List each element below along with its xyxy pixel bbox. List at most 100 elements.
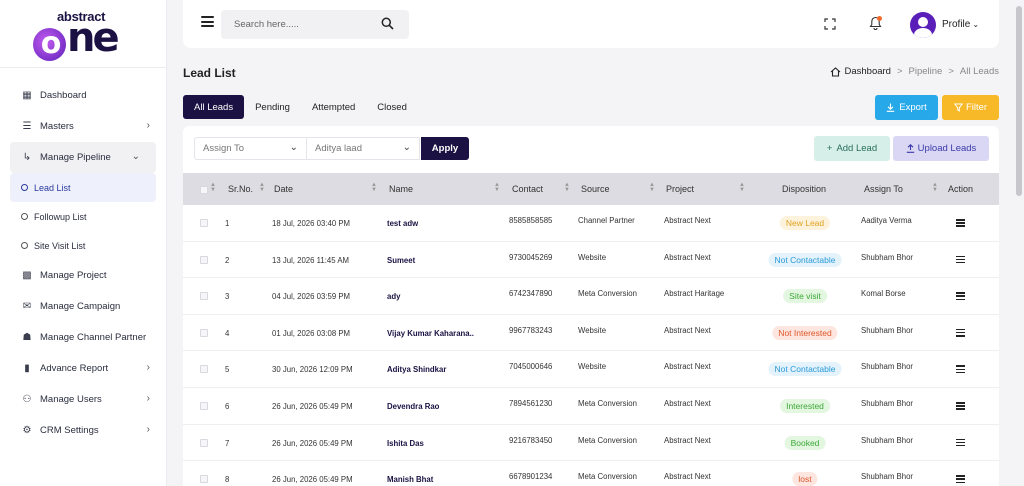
table-row[interactable]: 1 18 Jul, 2026 03:40 PM test adw 8585858585… bbox=[183, 205, 999, 242]
header-source[interactable]: Source bbox=[581, 184, 610, 194]
action-menu-icon[interactable] bbox=[956, 219, 965, 227]
upload-leads-button[interactable]: Upload Leads bbox=[893, 136, 989, 161]
tab-closed[interactable]: Closed bbox=[366, 95, 418, 119]
logo[interactable]: abstract o ne bbox=[0, 0, 166, 68]
sort-icon[interactable]: ▲ ▼ bbox=[649, 182, 655, 193]
header-assign-to[interactable]: Assign To bbox=[864, 184, 903, 194]
action-menu-icon[interactable] bbox=[956, 292, 965, 301]
action-menu-icon[interactable] bbox=[956, 365, 965, 374]
sort-icon[interactable]: ▲ ▼ bbox=[564, 182, 570, 193]
cell-name[interactable]: Aditya Shindkar bbox=[387, 365, 446, 374]
cell-sr-no: 2 bbox=[225, 255, 230, 265]
sidebar-item-masters[interactable]: ☰ Masters › bbox=[0, 111, 166, 142]
cell-source: Meta Conversion bbox=[578, 435, 637, 445]
cell-assign-to: Shubham Bhor bbox=[861, 435, 914, 445]
select-all-checkbox[interactable] bbox=[200, 186, 208, 194]
row-checkbox[interactable] bbox=[200, 402, 208, 410]
header-project[interactable]: Project bbox=[666, 184, 694, 194]
row-checkbox[interactable] bbox=[200, 219, 208, 227]
sort-icon[interactable]: ▲ ▼ bbox=[259, 182, 265, 193]
profile-menu[interactable]: Profile ⌄ bbox=[942, 19, 979, 30]
row-checkbox[interactable] bbox=[200, 475, 208, 484]
sort-icon[interactable]: ▲ ▼ bbox=[932, 182, 938, 193]
tab-all-leads[interactable]: All Leads bbox=[183, 95, 245, 119]
table-row[interactable]: 5 30 Jun, 2026 12:09 PM Aditya Shindkar 704… bbox=[183, 351, 999, 388]
row-checkbox[interactable] bbox=[200, 292, 208, 301]
sidebar-item-advance-report[interactable]: ▮ Advance Report › bbox=[0, 353, 166, 384]
search-input[interactable] bbox=[221, 10, 371, 39]
sidebar-item-crm-settings[interactable]: ⚙ CRM Settings › bbox=[0, 415, 166, 446]
sidebar-item-manage-pipeline[interactable]: ↳ Manage Pipeline ⌄ bbox=[10, 142, 156, 173]
cell-name[interactable]: Vijay Kumar Kaharana.. bbox=[387, 329, 474, 338]
table-row[interactable]: 6 26 Jun, 2026 05:49 PM Devendra Rao 789456… bbox=[183, 388, 999, 425]
header-sr-no[interactable]: Sr.No. bbox=[228, 184, 253, 194]
sort-icon[interactable]: ▲ ▼ bbox=[371, 182, 377, 193]
sidebar-subitem-lead-list[interactable]: Lead List bbox=[10, 173, 156, 202]
breadcrumb-dashboard[interactable]: Dashboard bbox=[844, 66, 890, 77]
sidebar-subitem-followup-list[interactable]: Followup List bbox=[0, 202, 166, 231]
cell-project: Abstract Next bbox=[664, 472, 711, 482]
sidebar-item-manage-project[interactable]: ▩ Manage Project bbox=[0, 260, 166, 291]
assign-to-select[interactable]: Assign To ⌄ bbox=[194, 137, 307, 160]
sort-icon[interactable]: ▲ ▼ bbox=[739, 182, 745, 193]
chevron-right-icon: › bbox=[146, 362, 150, 373]
tab-pending[interactable]: Pending bbox=[244, 95, 301, 119]
cell-contact: 6742347890 bbox=[509, 289, 553, 299]
sidebar-item-manage-campaign[interactable]: ✉ Manage Campaign bbox=[0, 291, 166, 322]
sidebar-subitem-site-visit-list[interactable]: Site Visit List bbox=[0, 231, 166, 260]
cell-name[interactable]: ady bbox=[387, 292, 400, 301]
cell-source: Website bbox=[578, 362, 607, 372]
header-contact[interactable]: Contact bbox=[512, 184, 543, 194]
table-row[interactable]: 8 26 Jun, 2026 05:49 PM Manish Bhat 6678901… bbox=[183, 461, 999, 486]
scrollbar-thumb[interactable] bbox=[1016, 6, 1022, 196]
header-date[interactable]: Date bbox=[274, 184, 293, 194]
sidebar-item-dashboard[interactable]: ▦ Dashboard bbox=[0, 80, 166, 111]
header-name[interactable]: Name bbox=[389, 184, 413, 194]
action-menu-icon[interactable] bbox=[956, 402, 965, 410]
cell-date: 30 Jun, 2026 12:09 PM bbox=[272, 365, 353, 375]
avatar[interactable] bbox=[910, 12, 936, 38]
table-row[interactable]: 3 04 Jul, 2026 03:59 PM ady 6742347890 Meta … bbox=[183, 278, 999, 315]
row-checkbox[interactable] bbox=[200, 255, 208, 264]
breadcrumb-pipeline[interactable]: Pipeline bbox=[909, 66, 943, 77]
table-row[interactable]: 4 01 Jul, 2026 03:08 PM Vijay Kumar Kahara… bbox=[183, 315, 999, 352]
sidebar-item-manage-users[interactable]: ⚇ Manage Users › bbox=[0, 384, 166, 415]
action-menu-icon[interactable] bbox=[956, 328, 965, 337]
sidebar-item-manage-channel-partner[interactable]: ☗ Manage Channel Partner bbox=[0, 322, 166, 353]
row-checkbox[interactable] bbox=[200, 438, 208, 447]
sidebar-subitem-label: Lead List bbox=[34, 182, 71, 193]
cell-source: Meta Conversion bbox=[578, 289, 637, 299]
cell-source: Website bbox=[578, 252, 607, 262]
page-scrollbar[interactable] bbox=[1014, 0, 1024, 486]
cell-name[interactable]: test adw bbox=[387, 219, 418, 228]
cell-name[interactable]: Devendra Rao bbox=[387, 402, 439, 411]
cell-date: 04 Jul, 2026 03:59 PM bbox=[272, 292, 351, 302]
cell-name[interactable]: Ishita Das bbox=[387, 439, 424, 448]
lead-list-card: Assign To ⌄ Aditya laad ⌄ Apply + Add Lead … bbox=[183, 126, 999, 486]
apply-button[interactable]: Apply bbox=[421, 137, 469, 160]
action-menu-icon[interactable] bbox=[956, 438, 965, 447]
user-select[interactable]: Aditya laad ⌄ bbox=[307, 137, 420, 160]
filter-button[interactable]: Filter bbox=[942, 95, 999, 120]
row-checkbox[interactable] bbox=[200, 365, 208, 374]
action-menu-icon[interactable] bbox=[956, 255, 965, 264]
table-row[interactable]: 2 13 Jul, 2026 11:45 AM Sumeet 9730045269 We… bbox=[183, 242, 999, 279]
export-button[interactable]: Export bbox=[875, 95, 938, 120]
header-disposition[interactable]: Disposition bbox=[782, 184, 826, 194]
action-menu-icon[interactable] bbox=[956, 475, 965, 484]
home-icon[interactable] bbox=[830, 66, 841, 77]
cell-contact: 8585858585 bbox=[509, 216, 553, 225]
menu-toggle-icon[interactable] bbox=[201, 16, 214, 27]
fullscreen-icon[interactable] bbox=[824, 18, 836, 30]
search-icon[interactable] bbox=[381, 17, 394, 30]
sort-icon[interactable]: ▲ ▼ bbox=[210, 182, 216, 193]
tab-attempted[interactable]: Attempted bbox=[301, 95, 366, 119]
row-checkbox[interactable] bbox=[200, 328, 208, 337]
table-row[interactable]: 7 26 Jun, 2026 05:49 PM Ishita Das 92167834… bbox=[183, 425, 999, 462]
sidebar-item-label: Manage Users bbox=[40, 394, 102, 405]
add-lead-button[interactable]: + Add Lead bbox=[814, 136, 890, 161]
cell-name[interactable]: Sumeet bbox=[387, 256, 415, 265]
sort-icon[interactable]: ▲ ▼ bbox=[494, 182, 500, 193]
cell-contact: 9216783450 bbox=[509, 435, 553, 445]
cell-name[interactable]: Manish Bhat bbox=[387, 475, 433, 484]
